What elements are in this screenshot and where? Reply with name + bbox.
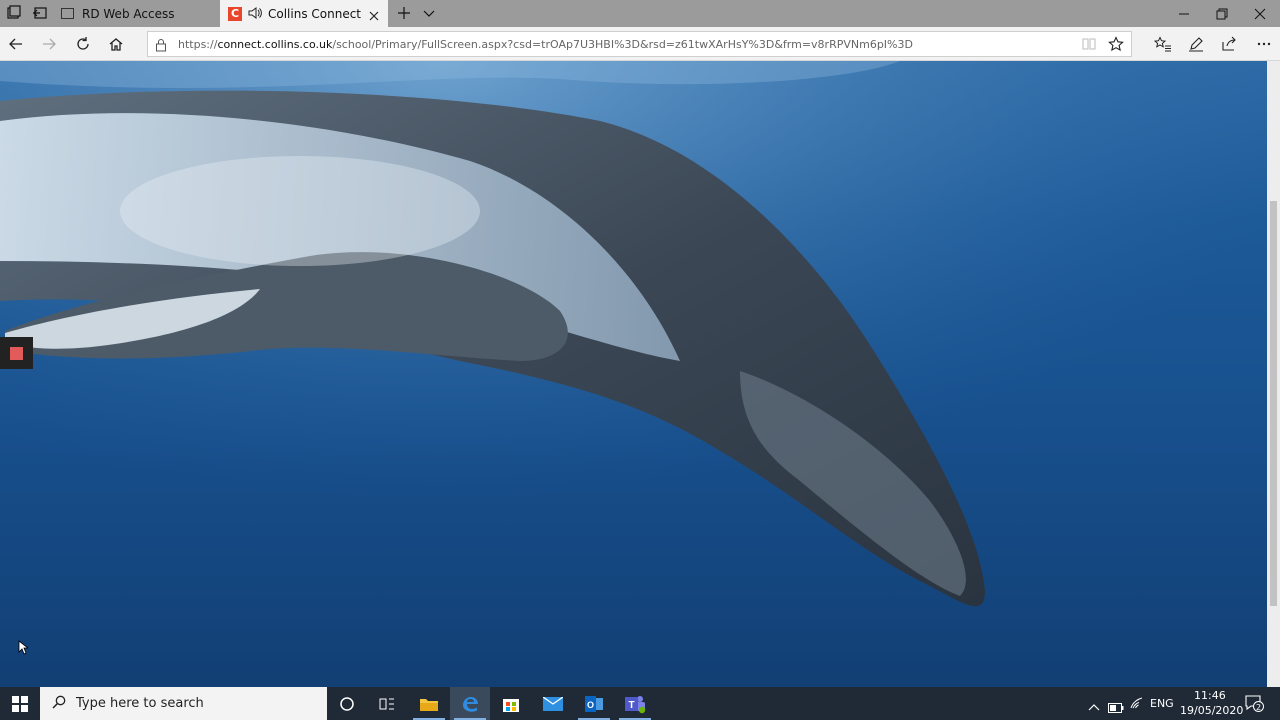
tab-label: RD Web Access [82,6,175,21]
lock-icon[interactable] [155,37,167,56]
clock-time[interactable]: 11:46 [1194,689,1226,702]
cortana-icon[interactable] [327,687,367,720]
svg-text:O: O [587,700,594,710]
tab-actions-icon[interactable] [6,5,22,21]
svg-text:T: T [628,700,634,711]
minimize-icon[interactable] [1165,0,1203,27]
speaker-icon[interactable] [248,4,262,23]
mouse-cursor-icon [18,640,30,659]
close-tab-icon[interactable] [368,7,380,26]
taskbar: Type here to search O T ENG 11:46 19/05/… [0,687,1280,720]
chevron-down-icon[interactable] [421,5,437,21]
outlook-icon[interactable]: O [574,687,614,720]
favorites-list-icon[interactable] [1151,32,1175,56]
teams-icon[interactable]: T [615,687,655,720]
scrollbar-thumb[interactable] [1270,201,1277,606]
home-icon[interactable] [104,32,128,56]
clock-date[interactable]: 19/05/2020 [1180,704,1243,717]
tab-rd-web-access[interactable]: RD Web Access [53,0,220,27]
forward-icon[interactable] [37,32,61,56]
page-icon [61,8,74,19]
tab-collins-connect[interactable]: C Collins Connect [220,0,388,27]
restore-icon[interactable] [1203,0,1241,27]
reading-view-icon[interactable] [1077,32,1101,56]
mail-icon[interactable] [533,687,573,720]
wifi-icon[interactable] [1129,695,1143,714]
tab-strip: RD Web Access C Collins Connect [0,0,1280,27]
file-explorer-icon[interactable] [409,687,449,720]
new-tab-icon[interactable] [396,5,412,21]
more-options-icon[interactable] [1252,32,1276,56]
address-bar[interactable]: https://connect.collins.co.uk/school/Pri… [147,31,1132,57]
url-text: https://connect.collins.co.uk/school/Pri… [178,38,913,51]
set-aside-tabs-icon[interactable] [32,5,48,21]
url-prefix: https:// [178,38,218,51]
navigation-bar: https://connect.collins.co.uk/school/Pri… [0,27,1280,61]
tab-label: Collins Connect [268,6,362,21]
collins-favicon: C [228,6,242,21]
search-placeholder: Type here to search [76,696,204,711]
pen-icon[interactable] [1184,32,1208,56]
video-frame[interactable] [0,61,1267,687]
taskbar-search-box[interactable]: Type here to search [40,687,327,720]
stop-icon [10,346,23,360]
whale-image [0,61,1267,687]
url-domain: connect.collins.co.uk [217,38,333,51]
back-icon[interactable] [4,32,28,56]
store-icon[interactable] [491,687,531,720]
search-icon [52,694,66,713]
edge-browser-icon[interactable] [450,687,490,720]
task-view-icon[interactable] [367,687,407,720]
notifications-icon[interactable]: 2 [1245,695,1264,715]
battery-icon[interactable] [1108,698,1124,717]
show-hidden-icons-icon[interactable] [1088,697,1100,716]
stop-recording-button[interactable] [0,337,33,369]
refresh-icon[interactable] [71,32,95,56]
language-indicator[interactable]: ENG [1150,697,1174,710]
url-path: /school/Primary/FullScreen.aspx?csd=trOA… [332,38,913,51]
notification-count: 2 [1253,701,1264,712]
share-icon[interactable] [1217,32,1241,56]
vertical-scrollbar[interactable] [1267,61,1280,687]
windows-start-icon[interactable] [0,687,40,720]
favorite-star-icon[interactable] [1104,32,1128,56]
close-window-icon[interactable] [1241,0,1279,27]
